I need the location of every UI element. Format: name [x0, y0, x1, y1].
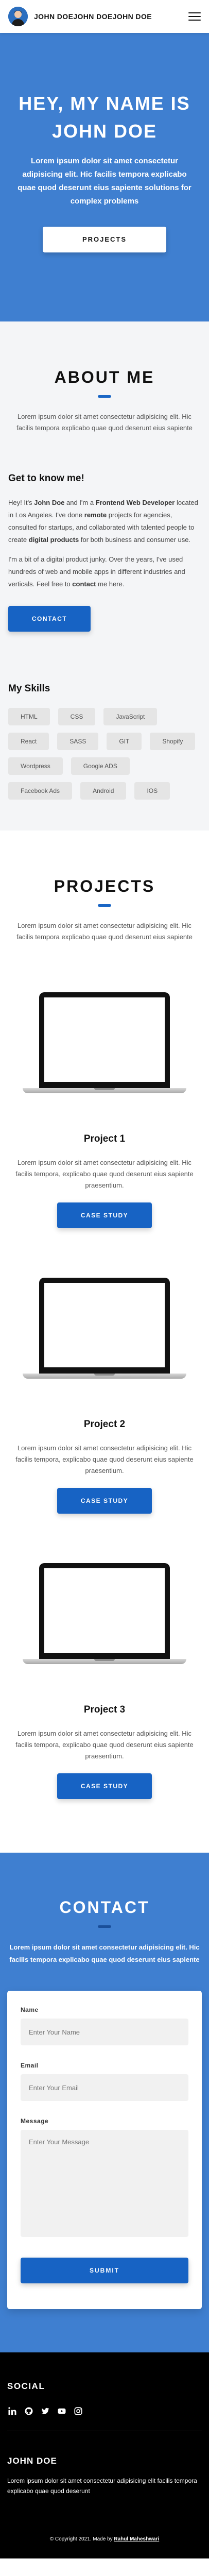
site-header: JOHN DOEJOHN DOEJOHN DOE [0, 0, 209, 33]
projects-title: Projects [54, 877, 155, 895]
message-textarea[interactable] [21, 2130, 188, 2237]
case-study-button[interactable]: CASE STUDY [57, 1202, 152, 1228]
contact-lead: Lorem ipsum dolor sit amet consectetur a… [9, 1943, 200, 1963]
about-paragraph-2: I'm a bit of a digital product junky. Ov… [8, 555, 185, 588]
hero-section: Hey, My name is John Doe Lorem ipsum dol… [0, 33, 209, 321]
social-links [7, 2406, 202, 2416]
social-heading: SOCIAL [7, 2381, 45, 2391]
project-title: Project 3 [83, 1704, 126, 1715]
about-paragraph-1: Hey! It's John Doe and I'm a Frontend We… [8, 499, 198, 544]
know-me-heading: Get to know me! [8, 473, 84, 484]
case-study-button[interactable]: CASE STUDY [57, 1773, 152, 1799]
hero-description: Lorem ipsum dolor sit amet consectetur a… [18, 157, 191, 206]
laptop-mockup-image [20, 983, 189, 1101]
avatar[interactable] [8, 7, 28, 26]
project-description: Lorem ipsum dolor sit amet consectetur a… [15, 1730, 194, 1760]
linkedin-icon[interactable] [7, 2406, 18, 2416]
about-title: About Me [54, 368, 155, 386]
skill-tag: Wordpress [8, 757, 63, 775]
copyright-text: © Copyright 2021. Made by [49, 2536, 114, 2542]
project-description: Lorem ipsum dolor sit amet consectetur a… [15, 1159, 194, 1189]
project-card: Project 2 Lorem ipsum dolor sit amet con… [8, 1268, 201, 1514]
submit-button[interactable]: SUBMIT [21, 2258, 188, 2283]
author-link[interactable]: Rahul Maheshwari [114, 2536, 159, 2542]
project-title: Project 2 [83, 1419, 126, 1430]
avatar-portrait-icon [8, 7, 28, 26]
skills-heading: My Skills [8, 683, 50, 694]
copyright: © Copyright 2021. Made by Rahul Maheshwa… [7, 2536, 202, 2542]
site-brand[interactable]: JOHN DOEJOHN DOEJOHN DOE [34, 12, 152, 21]
contact-button[interactable]: CONTACT [8, 606, 91, 632]
title-underline [98, 395, 111, 398]
title-underline [98, 1925, 111, 1928]
about-subtitle: Lorem ipsum dolor sit amet consectetur a… [16, 413, 193, 432]
name-label: Name [21, 2006, 39, 2013]
skill-tag: SASS [57, 733, 99, 750]
about-section: About Me Lorem ipsum dolor sit amet cons… [0, 321, 209, 831]
youtube-icon[interactable] [57, 2406, 67, 2416]
laptop-mockup-image [20, 1554, 189, 1672]
instagram-icon[interactable] [73, 2406, 83, 2416]
email-label: Email [21, 2062, 39, 2069]
hamburger-menu-icon[interactable] [188, 12, 201, 21]
skill-tag: GIT [107, 733, 142, 750]
skill-tag: React [8, 733, 49, 750]
contact-section: Contact Lorem ipsum dolor sit amet conse… [0, 1853, 209, 2352]
email-input[interactable] [21, 2074, 188, 2101]
projects-button[interactable]: PROJECTS [43, 227, 166, 252]
project-card: Project 1 Lorem ipsum dolor sit amet con… [8, 983, 201, 1228]
site-footer: SOCIAL JOHN DOE Lorem ipsum dolor sit am… [0, 2352, 209, 2558]
skill-tag: CSS [58, 708, 96, 725]
skill-tag: Facebook Ads [8, 782, 73, 800]
project-title: Project 1 [83, 1133, 126, 1144]
contact-title: Contact [59, 1898, 150, 1917]
projects-subtitle: Lorem ipsum dolor sit amet consectetur a… [16, 922, 193, 941]
skill-tag: IOS [134, 782, 170, 800]
skill-tag: Google ADS [71, 757, 130, 775]
project-card: Project 3 Lorem ipsum dolor sit amet con… [8, 1554, 201, 1799]
case-study-button[interactable]: CASE STUDY [57, 1488, 152, 1514]
projects-section: Projects Lorem ipsum dolor sit amet cons… [0, 831, 209, 1820]
hero-title: Hey, My name is John Doe [19, 93, 190, 142]
footer-name: JOHN DOE [7, 2456, 57, 2466]
project-description: Lorem ipsum dolor sit amet consectetur a… [15, 1444, 194, 1475]
twitter-icon[interactable] [40, 2406, 50, 2416]
message-label: Message [21, 2117, 49, 2125]
skill-tag: HTML [8, 708, 50, 725]
title-underline [98, 904, 111, 907]
skills-list: HTML CSS JavaScript React SASS GIT Shopi… [8, 708, 201, 800]
github-icon[interactable] [24, 2406, 34, 2416]
contact-form: Name Email Message SUBMIT [7, 1991, 202, 2309]
footer-description: Lorem ipsum dolor sit amet consectetur a… [7, 2477, 197, 2495]
skill-tag: Android [80, 782, 127, 800]
skill-tag: Shopify [150, 733, 196, 750]
skill-tag: JavaScript [103, 708, 158, 725]
name-input[interactable] [21, 2019, 188, 2045]
laptop-mockup-image [20, 1268, 189, 1387]
